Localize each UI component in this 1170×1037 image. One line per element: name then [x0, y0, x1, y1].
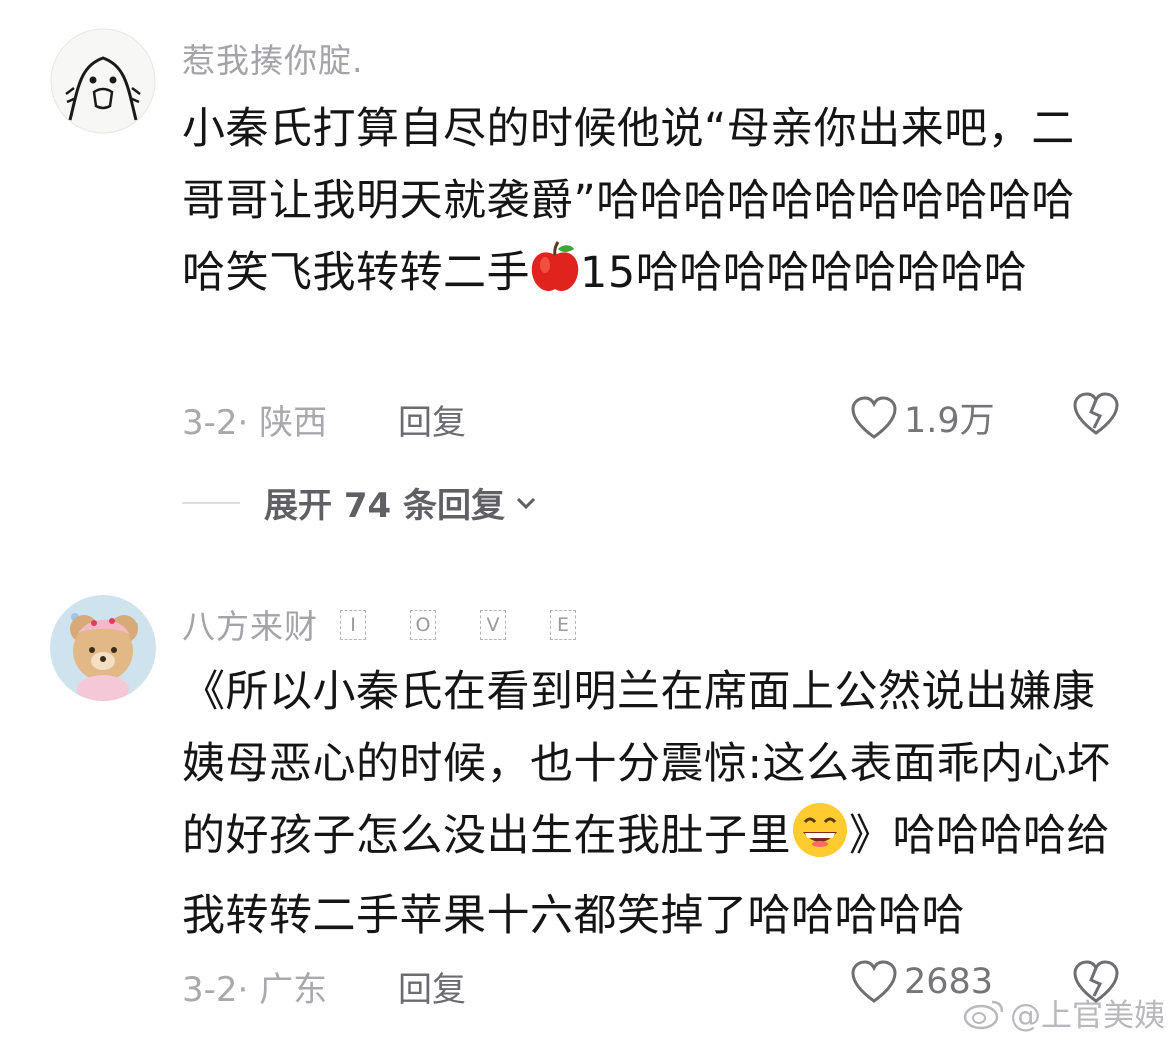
- username[interactable]: 八方来财: [182, 600, 318, 648]
- expand-replies-label: 展开 74 条回复: [264, 486, 505, 526]
- comment-date-location: 3-2· 广东: [182, 970, 328, 1010]
- heart-icon: [851, 395, 897, 439]
- avatar[interactable]: [50, 595, 156, 701]
- weibo-logo-icon: [963, 1000, 1004, 1029]
- username-tags: I O V E: [340, 610, 620, 640]
- like-count: 1.9万: [904, 401, 995, 441]
- username[interactable]: 惹我揍你腚.: [182, 34, 364, 82]
- red-apple-emoji-icon: [530, 241, 580, 317]
- comment-date-location: 3-2· 陕西: [182, 403, 328, 443]
- watermark: @上官美姨: [962, 990, 1165, 1035]
- reply-button[interactable]: 回复: [398, 395, 466, 444]
- dislike-button[interactable]: [1072, 392, 1120, 440]
- watermark-text: @上官美姨: [1010, 998, 1165, 1034]
- username-tag: O: [410, 610, 436, 640]
- comment-text-part: 15哈哈哈哈哈哈哈哈哈: [580, 248, 1028, 298]
- teddy-bear-avatar-icon: [50, 595, 156, 701]
- chevron-down-icon: [516, 497, 536, 509]
- heart-icon: [851, 960, 897, 1003]
- cartoon-face-avatar-icon: [50, 28, 156, 134]
- username-tag: V: [480, 610, 506, 640]
- grinning-face-emoji-icon: [791, 802, 849, 880]
- reply-button[interactable]: 回复: [398, 962, 466, 1011]
- divider: [182, 501, 240, 504]
- like-button[interactable]: 1.9万: [850, 392, 995, 443]
- broken-heart-icon: [1073, 392, 1119, 435]
- username-tag: E: [550, 610, 576, 640]
- username-tag: I: [340, 610, 366, 640]
- comment-text: 小秦氏打算自尽的时候他说“母亲你出来吧，二哥哥让我明天就袭爵”哈哈哈哈哈哈哈哈哈…: [182, 93, 1102, 317]
- comment-text: 《所以小秦氏在看到明兰在席面上公然说出嫌康姨母恶心的时候，也十分震惊:这么表面乖…: [182, 656, 1122, 952]
- avatar[interactable]: [50, 28, 156, 134]
- expand-replies-button[interactable]: 展开 74 条回复: [182, 478, 539, 527]
